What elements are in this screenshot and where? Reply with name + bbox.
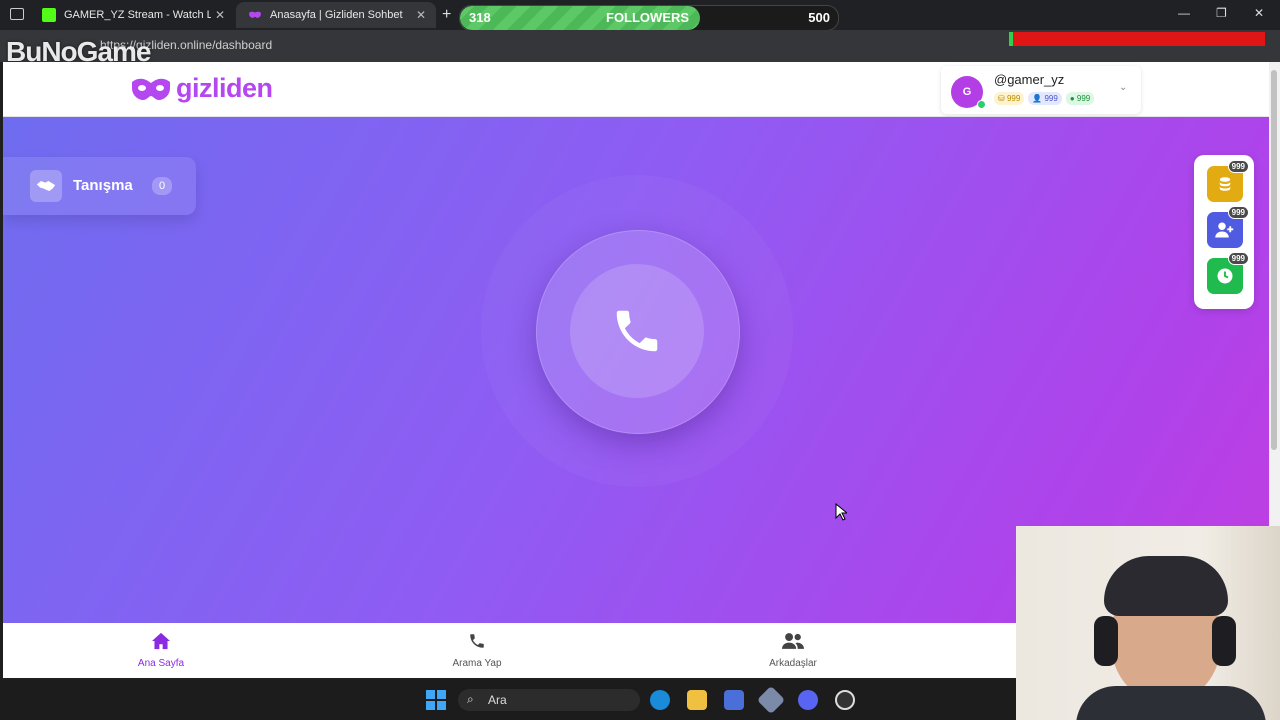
nav-label: Arkadaşlar (769, 658, 817, 669)
streamer-shirt (1076, 686, 1266, 720)
headset-left-icon (1094, 616, 1118, 666)
mask-icon (248, 8, 262, 22)
phone-icon (616, 310, 658, 352)
close-icon[interactable]: ✕ (412, 8, 430, 22)
nav-label: Ana Sayfa (137, 658, 185, 669)
windows-start-icon[interactable] (426, 690, 446, 710)
mask-icon (132, 78, 170, 100)
users-icon (782, 633, 804, 649)
minimize-icon[interactable]: — (1178, 6, 1190, 20)
nav-item-friends[interactable]: Arkadaşlar (733, 632, 853, 669)
obs-icon[interactable] (835, 690, 855, 710)
maximize-icon[interactable]: ❐ (1216, 6, 1227, 20)
add-user-icon (1215, 222, 1234, 238)
clock-icon (1217, 268, 1233, 284)
taskbar-search[interactable] (458, 689, 640, 711)
close-icon[interactable]: ✕ (211, 8, 229, 22)
chevron-down-icon[interactable]: ⌄ (1119, 82, 1127, 93)
edge-icon[interactable] (650, 690, 670, 710)
phone-icon (470, 634, 484, 648)
close-window-icon[interactable]: ✕ (1254, 6, 1264, 20)
app-logo[interactable]: gizliden (130, 73, 273, 104)
scrollbar-thumb[interactable] (1271, 70, 1277, 450)
store-icon[interactable] (724, 690, 744, 710)
tab-title: Anasayfa | Gizliden Sohbet (270, 9, 403, 21)
time-badge: 999 (1227, 252, 1249, 265)
tab-title: GAMER_YZ Stream - Watch Live o (64, 9, 211, 21)
coins-icon (1219, 177, 1231, 191)
tab-gizliden[interactable]: Anasayfa | Gizliden Sohbet ✕ (236, 2, 436, 28)
tanisma-button[interactable]: Tanışma 0 (3, 157, 196, 215)
streamer-hair (1104, 556, 1228, 616)
app-header: gizliden G @gamer_yz ⛁ 999 👤 999 ● 999 ⌄ (3, 62, 1269, 117)
quick-actions-panel: 999 999 999 (1194, 155, 1254, 309)
call-button[interactable] (570, 264, 704, 398)
headset-right-icon (1212, 616, 1236, 666)
discord-icon[interactable] (798, 690, 818, 710)
new-tab-button[interactable]: + (442, 6, 451, 24)
followers-label: FOLLOWERS (606, 10, 690, 25)
tab-actions-icon[interactable] (10, 8, 24, 20)
tanisma-label: Tanışma (73, 177, 133, 194)
nav-item-call[interactable]: Arama Yap (417, 632, 537, 669)
coins-stat: ⛁ 999 (994, 92, 1025, 105)
kick-icon (42, 8, 56, 22)
tab-kick-stream[interactable]: GAMER_YZ Stream - Watch Live o ✕ (30, 2, 235, 28)
stream-alert-bar (1013, 32, 1265, 46)
time-stat: ● 999 (1065, 92, 1095, 105)
friend-requests-badge: 999 (1227, 206, 1249, 219)
user-stats: ⛁ 999 👤 999 ● 999 (994, 92, 1095, 105)
coins-button[interactable]: 999 (1207, 160, 1249, 202)
friend-requests-button[interactable]: 999 (1207, 206, 1249, 248)
followers-goal: 500 (808, 10, 830, 25)
tanisma-count-badge: 0 (152, 177, 172, 195)
username: @gamer_yz (994, 72, 1065, 87)
time-button[interactable]: 999 (1207, 252, 1249, 294)
logo-text: gizliden (176, 73, 273, 103)
follower-goal-bar: 318 FOLLOWERS 500 (459, 5, 839, 31)
coins-badge: 999 (1227, 160, 1249, 173)
nav-label: Arama Yap (452, 658, 502, 669)
mouse-cursor-icon (835, 503, 847, 521)
taskbar-search-label: Ara (488, 693, 507, 707)
file-explorer-icon[interactable] (687, 690, 707, 710)
followers-current: 318 (469, 10, 491, 25)
online-status-dot (977, 100, 986, 109)
handshake-icon (30, 170, 62, 202)
nav-item-home[interactable]: Ana Sayfa (101, 632, 221, 669)
user-menu[interactable]: G @gamer_yz ⛁ 999 👤 999 ● 999 ⌄ (941, 66, 1141, 114)
home-icon (152, 632, 170, 650)
webcam-overlay (1016, 526, 1280, 720)
friend-requests-stat: 👤 999 (1028, 92, 1062, 105)
search-icon: ⌕ (467, 692, 474, 706)
